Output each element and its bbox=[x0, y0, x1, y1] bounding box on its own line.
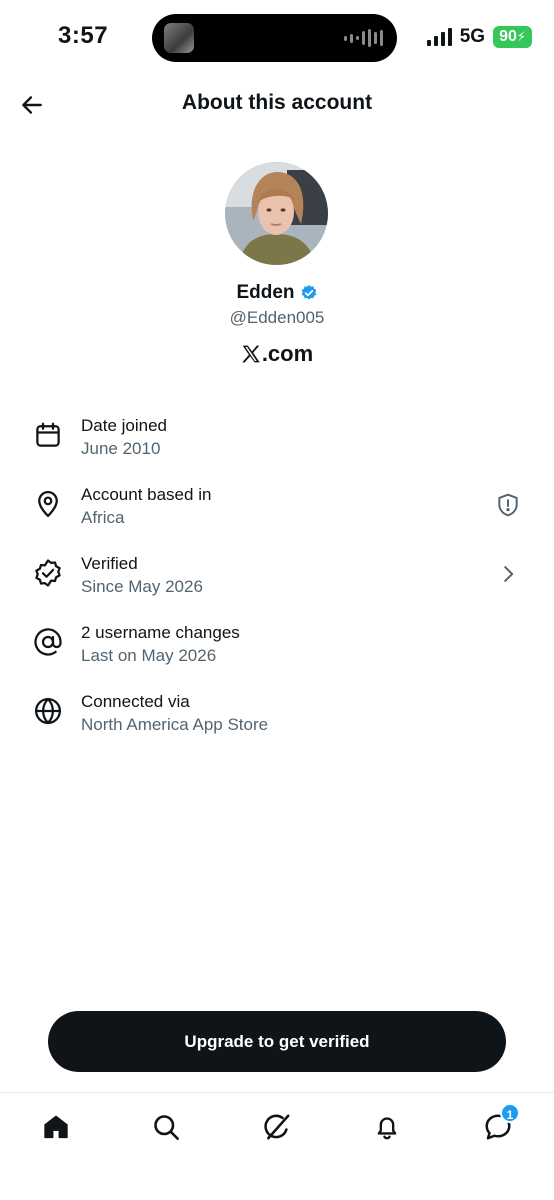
battery-level: 90 bbox=[499, 28, 517, 45]
info-label: Account based in bbox=[81, 485, 212, 504]
info-value: Since May 2026 bbox=[81, 577, 203, 596]
now-playing-artwork bbox=[164, 23, 194, 53]
info-text: Date joined June 2010 bbox=[81, 415, 167, 460]
charging-bolt-icon: ⚡ bbox=[516, 29, 526, 44]
info-row-connected-via: Connected via North America App Store bbox=[0, 679, 554, 748]
info-label: Connected via bbox=[81, 692, 190, 711]
info-value: Africa bbox=[81, 508, 125, 527]
info-value: Last on May 2026 bbox=[81, 646, 217, 665]
shield-alert-icon bbox=[498, 493, 518, 517]
nav-notifications[interactable] bbox=[369, 1109, 405, 1145]
avatar[interactable] bbox=[225, 162, 328, 265]
info-value: North America App Store bbox=[81, 715, 269, 734]
info-text: Connected via North America App Store bbox=[81, 691, 268, 736]
nav-home[interactable] bbox=[38, 1109, 74, 1145]
x-logo-icon bbox=[242, 345, 260, 363]
x-com-logo: .com bbox=[0, 341, 554, 367]
page-title: About this account bbox=[181, 91, 373, 114]
about-account-screen: 3:57 5G 90⚡ About this account Edden @Ed… bbox=[0, 0, 554, 1200]
info-row-date-joined: Date joined June 2010 bbox=[0, 403, 554, 472]
info-row-account-based-in: Account based in Africa bbox=[0, 472, 554, 541]
info-value: June 2010 bbox=[81, 439, 161, 458]
verified-details-button[interactable] bbox=[494, 560, 522, 588]
info-text: Account based in Africa bbox=[81, 484, 211, 529]
info-label: 2 username changes bbox=[81, 623, 240, 642]
info-text: 2 username changes Last on May 2026 bbox=[81, 622, 240, 667]
network-type: 5G bbox=[459, 26, 486, 47]
verified-badge-outline-icon bbox=[35, 559, 61, 587]
info-label: Date joined bbox=[81, 416, 168, 435]
at-sign-icon bbox=[34, 628, 62, 656]
dynamic-island[interactable] bbox=[152, 14, 397, 62]
info-label: Verified bbox=[81, 554, 138, 573]
status-bar: 3:57 5G 90⚡ bbox=[0, 0, 554, 76]
nav-grok[interactable] bbox=[259, 1109, 295, 1145]
top-bar: About this account bbox=[0, 76, 554, 134]
info-row-verified[interactable]: Verified Since May 2026 bbox=[0, 541, 554, 610]
site-suffix: .com bbox=[261, 341, 314, 366]
cellular-signal-icon bbox=[426, 28, 452, 46]
account-info-list: Date joined June 2010 Account based in A… bbox=[0, 403, 554, 748]
audio-waveform-icon bbox=[344, 29, 383, 47]
status-indicators: 5G 90⚡ bbox=[426, 26, 532, 48]
display-name: Edden bbox=[236, 282, 295, 303]
search-icon bbox=[154, 1115, 179, 1140]
bell-icon bbox=[377, 1117, 397, 1140]
grok-icon bbox=[264, 1114, 290, 1140]
nav-messages[interactable]: 1 bbox=[480, 1103, 520, 1145]
home-icon bbox=[44, 1115, 68, 1139]
username-handle: @Edden005 bbox=[229, 308, 325, 327]
verified-badge-icon bbox=[301, 285, 316, 300]
chevron-right-icon bbox=[504, 566, 514, 582]
calendar-icon bbox=[36, 422, 60, 447]
globe-icon bbox=[35, 698, 61, 724]
name-row: Edden bbox=[0, 282, 554, 304]
shield-alert-button[interactable] bbox=[494, 491, 522, 519]
bottom-nav: 1 bbox=[0, 1092, 554, 1200]
info-text: Verified Since May 2026 bbox=[81, 553, 203, 598]
status-time: 3:57 bbox=[58, 22, 109, 49]
info-row-username-changes: 2 username changes Last on May 2026 bbox=[0, 610, 554, 679]
nav-search[interactable] bbox=[148, 1109, 184, 1145]
avatar-photo bbox=[225, 162, 328, 265]
messages-badge: 1 bbox=[500, 1103, 520, 1123]
location-pin-icon bbox=[38, 491, 58, 517]
battery-indicator: 90⚡ bbox=[493, 26, 532, 48]
upgrade-verified-button[interactable]: Upgrade to get verified bbox=[48, 1011, 506, 1072]
